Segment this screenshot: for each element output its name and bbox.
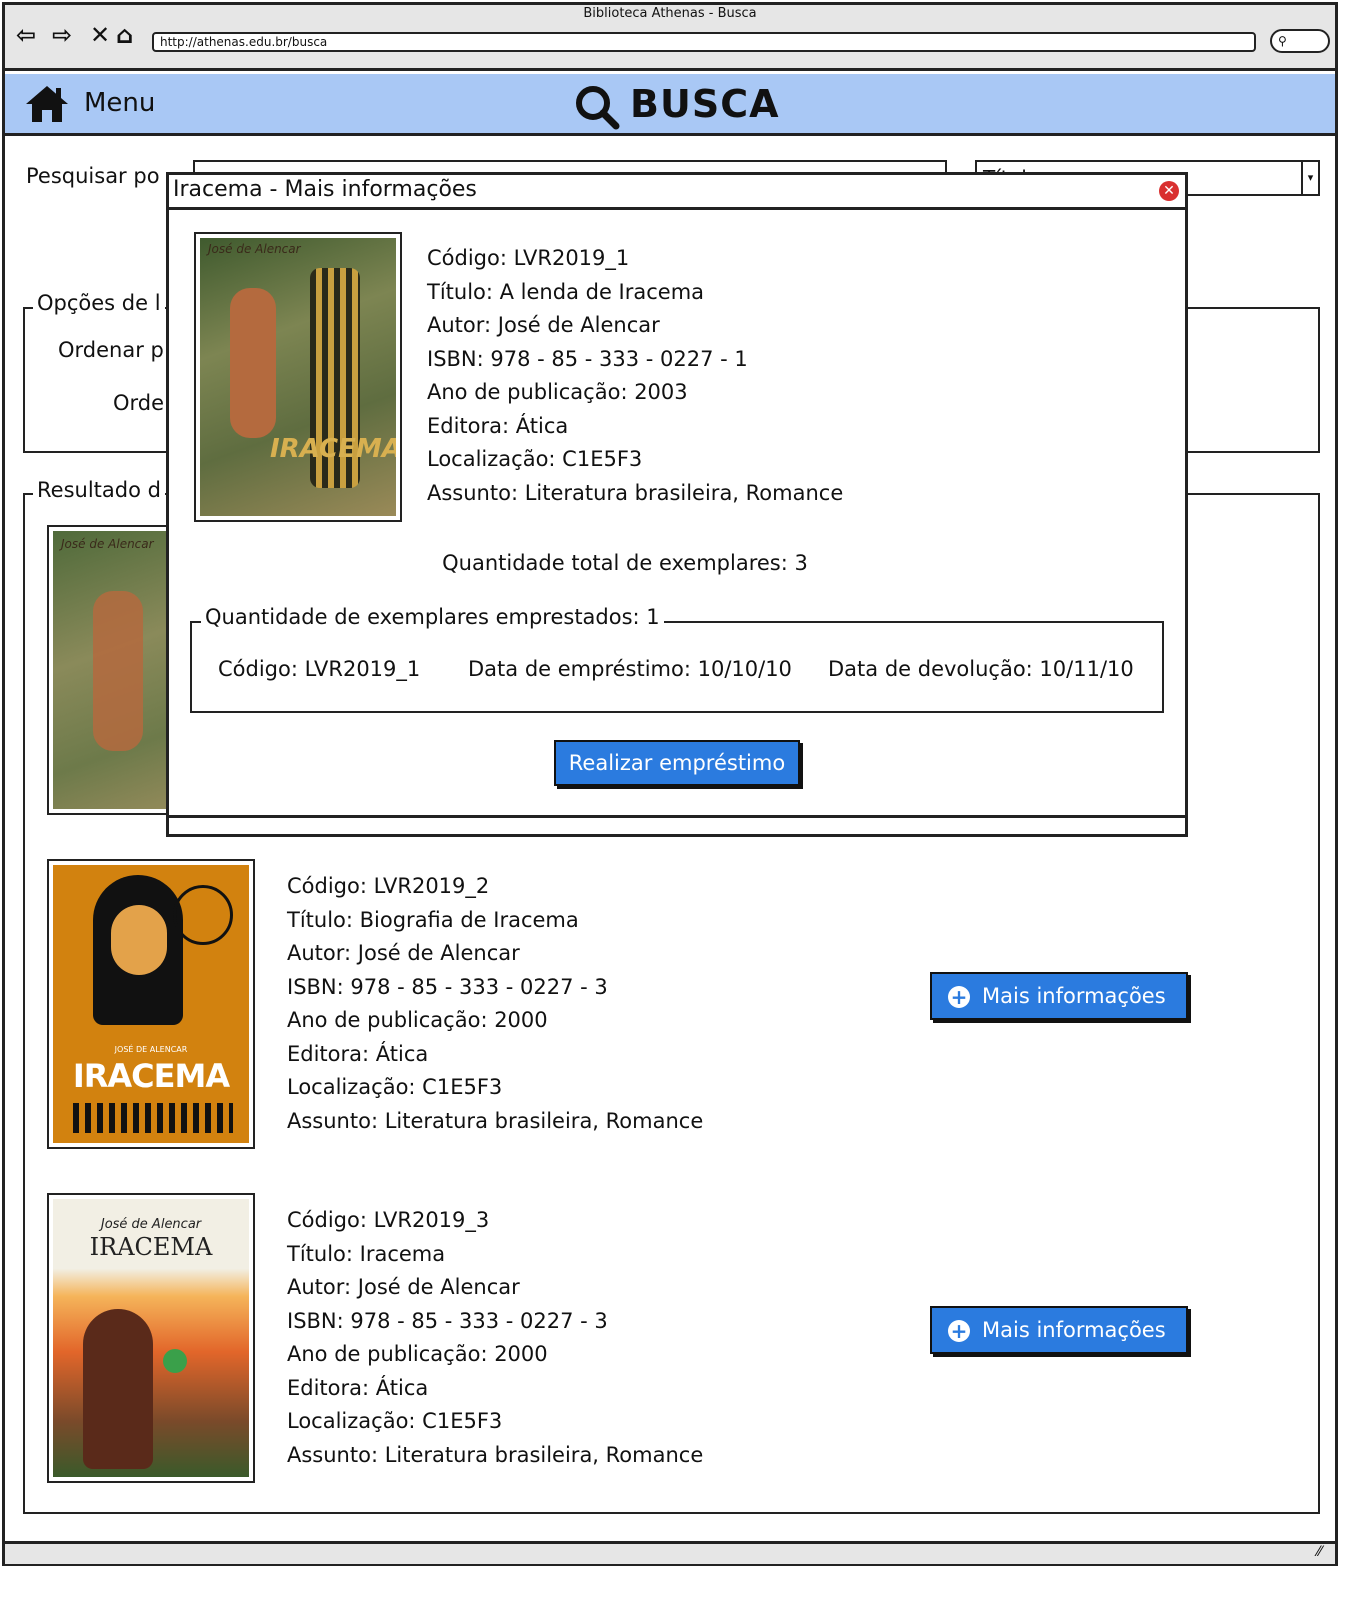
more-info-label: Mais informações — [982, 1318, 1166, 1342]
book-title: Título: Biografia de Iracema — [287, 907, 579, 932]
back-icon[interactable]: ⇦ — [16, 22, 36, 48]
status-bar: ⁄⁄ — [5, 1541, 1335, 1564]
book-isbn: ISBN: 978 - 85 - 333 - 0227 - 3 — [287, 1308, 608, 1333]
book-location: Localização: C1E5F3 — [287, 1075, 503, 1099]
book-title: Título: A lenda de Iracema — [427, 279, 705, 304]
book-subject: Assunto: Literatura brasileira, Romance — [287, 1442, 704, 1467]
book-isbn: ISBN: 978 - 85 - 333 - 0227 - 3 — [287, 974, 608, 999]
book-publisher: Editora: Ática — [287, 1375, 429, 1400]
resize-grip-icon[interactable]: ⁄⁄ — [1317, 1544, 1322, 1560]
book-code: Código: LVR2019_2 — [287, 874, 490, 898]
modal-title: Iracema - Mais informações — [173, 177, 477, 202]
search-icon — [576, 86, 620, 130]
more-info-button[interactable]: + Mais informações — [930, 972, 1188, 1020]
order-by-label: Ordenar p — [58, 338, 164, 362]
cover-title: IRACEMA — [270, 434, 396, 464]
book-info-2: Código: LVR2019_2 Título: Biografia de I… — [287, 870, 703, 1138]
cover-author: JOSÉ DE ALENCAR — [114, 1045, 188, 1054]
book-author: Autor: José de Alencar — [287, 941, 520, 965]
book-title: Título: Iracema — [287, 1241, 446, 1266]
return-date: Data de devolução: 10/11/10 — [828, 657, 1134, 681]
window-title: Biblioteca Athenas - Busca — [583, 6, 757, 21]
loan-date: Data de empréstimo: 10/10/10 — [468, 657, 792, 681]
book-isbn: ISBN: 978 - 85 - 333 - 0227 - 1 — [427, 346, 748, 371]
cover-title: IRACEMA — [72, 1057, 230, 1095]
book-cover-2: JOSÉ DE ALENCAR IRACEMA — [47, 859, 255, 1149]
loan-button[interactable]: Realizar empréstimo — [554, 740, 800, 786]
search-icon: ⚲ — [1278, 34, 1287, 48]
plus-circle-icon: + — [948, 1320, 970, 1342]
options-legend: Opções de l — [33, 291, 165, 315]
book-info-3: Código: LVR2019_3 Título: Iracema Autor:… — [287, 1204, 703, 1472]
book-author: Autor: José de Alencar — [287, 1275, 520, 1299]
plus-circle-icon: + — [948, 986, 970, 1008]
page-title: BUSCA — [630, 82, 780, 126]
more-info-button[interactable]: + Mais informações — [930, 1306, 1188, 1354]
book-location: Localização: C1E5F3 — [427, 447, 643, 471]
book-publisher: Editora: Ática — [427, 413, 569, 438]
chevron-down-icon[interactable]: ▾ — [1301, 162, 1318, 194]
home-icon[interactable]: ⌂ — [116, 22, 133, 48]
browser-search-field[interactable]: ⚲ — [1270, 29, 1330, 53]
modal-footer-divider — [169, 815, 1185, 818]
house-icon[interactable] — [24, 84, 70, 124]
close-icon[interactable]: ✕ — [1159, 181, 1179, 201]
stop-icon[interactable]: ✕ — [90, 22, 110, 48]
loan-code: Código: LVR2019_1 — [218, 657, 421, 681]
total-copies: Quantidade total de exemplares: 3 — [442, 551, 808, 575]
modal-book-info: Código: LVR2019_1 Título: A lenda de Ira… — [427, 242, 843, 510]
forward-icon[interactable]: ⇨ — [52, 22, 72, 48]
book-publisher: Editora: Ática — [287, 1041, 429, 1066]
book-subject: Assunto: Literatura brasileira, Romance — [287, 1108, 704, 1133]
loaned-legend: Quantidade de exemplares emprestados: 1 — [201, 605, 664, 629]
cover-title: IRACEMA — [89, 1233, 213, 1261]
search-label: Pesquisar po — [26, 164, 160, 188]
order-label: Orde — [113, 391, 165, 415]
cover-author: José de Alencar — [208, 242, 301, 256]
modal-book-cover: José de Alencar IRACEMA — [194, 232, 402, 522]
book-subject: Assunto: Literatura brasileira, Romance — [427, 480, 844, 505]
loaned-fieldset: Código: LVR2019_1 Data de empréstimo: 10… — [190, 621, 1164, 713]
cover-author: José de Alencar — [100, 1217, 202, 1232]
book-author: Autor: José de Alencar — [427, 313, 660, 337]
book-code: Código: LVR2019_1 — [427, 246, 630, 270]
book-year: Ano de publicação: 2000 — [287, 1342, 548, 1366]
book-cover-3: José de Alencar IRACEMA — [47, 1193, 255, 1483]
book-year: Ano de publicação: 2000 — [287, 1008, 548, 1032]
menu-link[interactable]: Menu — [84, 88, 155, 118]
book-year: Ano de publicação: 2003 — [427, 380, 688, 404]
book-location: Localização: C1E5F3 — [287, 1409, 503, 1433]
more-info-label: Mais informações — [982, 984, 1166, 1008]
results-legend: Resultado d — [33, 478, 165, 502]
book-code: Código: LVR2019_3 — [287, 1208, 490, 1232]
address-bar[interactable]: http://athenas.edu.br/busca — [152, 32, 1256, 52]
modal-header: Iracema - Mais informações ✕ — [169, 175, 1185, 210]
book-details-modal: Iracema - Mais informações ✕ José de Ale… — [166, 172, 1188, 837]
